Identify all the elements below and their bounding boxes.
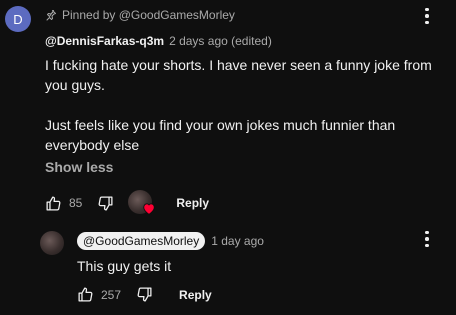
pinned-by-text: Pinned by @GoodGamesMorley (62, 8, 235, 22)
comment-header: @DennisFarkas-q3m 2 days ago (edited) (45, 34, 272, 48)
thumbs-down-icon (97, 195, 114, 212)
comment-timestamp[interactable]: 2 days ago (edited) (169, 34, 272, 48)
reply-author-chip[interactable]: @GoodGamesMorley (77, 232, 206, 250)
like-button[interactable] (77, 286, 94, 303)
reply-body: This guy gets it (77, 258, 172, 274)
pinned-label: Pinned by @GoodGamesMorley (45, 8, 235, 22)
reply-avatar[interactable] (40, 231, 64, 255)
reply-button[interactable]: Reply (176, 196, 209, 210)
reply-actions: 257 Reply (77, 286, 212, 303)
reply-header: @GoodGamesMorley 1 day ago (77, 232, 264, 250)
comment-paragraph: Just feels like you find your own jokes … (45, 117, 396, 153)
like-button[interactable] (45, 195, 62, 212)
comment-actions: 85 Reply (45, 190, 209, 216)
avatar-letter: D (13, 11, 23, 27)
show-less-button[interactable]: Show less (45, 159, 113, 175)
comment-menu-button[interactable] (419, 6, 435, 26)
pin-icon (45, 9, 57, 21)
heart-icon (142, 202, 156, 215)
avatar[interactable]: D (5, 6, 31, 32)
thumbs-up-icon (45, 195, 62, 212)
dislike-button[interactable] (136, 286, 153, 303)
reply-button[interactable]: Reply (179, 288, 212, 302)
creator-heart (128, 190, 158, 216)
thumbs-up-icon (77, 286, 94, 303)
like-count: 85 (69, 196, 83, 210)
dislike-button[interactable] (97, 195, 114, 212)
like-count: 257 (101, 287, 122, 302)
comment-body: I fucking hate your shorts. I have never… (45, 55, 445, 155)
comment-paragraph: I fucking hate your shorts. I have never… (45, 57, 432, 93)
reply-timestamp[interactable]: 1 day ago (211, 234, 264, 248)
reply-menu-button[interactable] (419, 229, 435, 249)
comment-author[interactable]: @DennisFarkas-q3m (45, 34, 164, 48)
thumbs-down-icon (136, 286, 153, 303)
